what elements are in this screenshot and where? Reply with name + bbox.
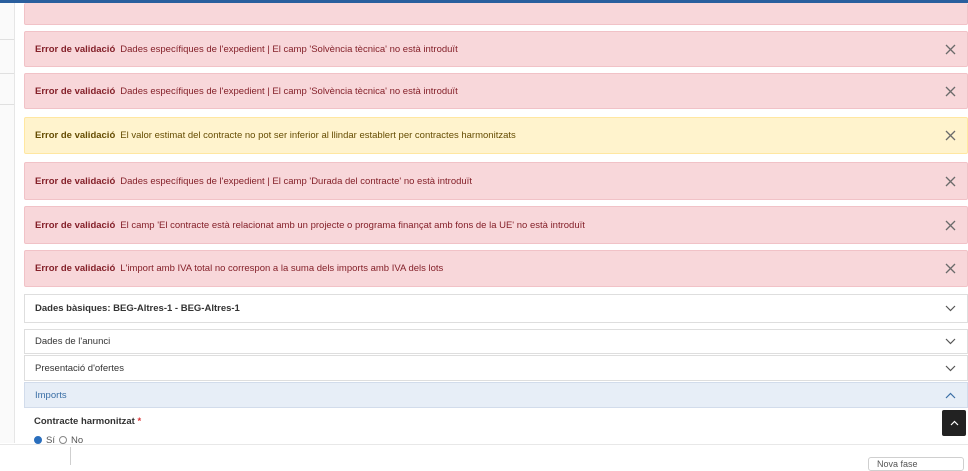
close-icon[interactable] [943, 129, 957, 143]
close-icon[interactable] [943, 262, 957, 276]
close-icon[interactable] [943, 218, 957, 232]
field-label-contracte-harmonitzat: Contracte harmonitzat * [34, 416, 142, 427]
imports-panel: Contracte harmonitzat * Sí No [24, 408, 968, 446]
alert-title: Error de validació [35, 219, 116, 231]
chevron-down-icon [943, 361, 957, 375]
accordion-presentacio-ofertes[interactable]: Presentació d'ofertes [24, 355, 968, 381]
validation-alert: Error de validació L'import amb IVA tota… [24, 250, 968, 287]
left-side-strip [0, 3, 15, 443]
alert-title: Error de validació [35, 175, 116, 187]
radio-si[interactable] [34, 436, 42, 444]
accordion-label: Imports [35, 389, 67, 401]
accordion-dades-anunci[interactable]: Dades de l'anunci [24, 329, 968, 354]
alert-partial [24, 3, 968, 25]
validation-alert: Error de validació Dades específiques de… [24, 31, 968, 67]
alert-title: Error de validació [35, 43, 116, 55]
accordion-dades-basiques[interactable]: Dades bàsiques: BEG-Altres-1 - BEG-Altre… [24, 294, 968, 323]
footer-bar: Nova fase [0, 444, 968, 471]
close-icon[interactable] [943, 42, 957, 56]
chevron-down-icon [943, 302, 957, 316]
close-icon[interactable] [943, 174, 957, 188]
validation-warning-alert: Error de validació El valor estimat del … [24, 117, 968, 154]
accordion-imports[interactable]: Imports [24, 382, 968, 408]
nova-fase-button[interactable]: Nova fase [868, 457, 964, 471]
alert-message: L'import amb IVA total no correspon a la… [120, 263, 444, 274]
accordion-label: Dades de l'anunci [35, 336, 111, 347]
validation-alert: Error de validació Dades específiques de… [24, 162, 968, 200]
accordion-label: Dades bàsiques: BEG-Altres-1 - BEG-Altre… [35, 303, 240, 314]
alert-title: Error de validació [35, 263, 116, 274]
accordion-label: Presentació d'ofertes [35, 362, 124, 374]
chevron-up-icon [950, 420, 958, 426]
alert-message: Dades específiques de l'expedient | El c… [120, 85, 458, 97]
alert-title: Error de validació [35, 85, 116, 97]
alert-title: Error de validació [35, 130, 116, 141]
validation-alert: Error de validació Dades específiques de… [24, 73, 968, 109]
alert-message: El camp 'El contracte està relacionat am… [120, 219, 585, 231]
alert-message: Dades específiques de l'expedient | El c… [120, 43, 458, 55]
close-icon[interactable] [943, 84, 957, 98]
divider [70, 447, 71, 465]
alert-message: El valor estimat del contracte no pot se… [120, 130, 516, 141]
required-mark: * [137, 416, 142, 427]
alert-message: Dades específiques de l'expedient | El c… [120, 175, 472, 187]
chevron-up-icon [943, 388, 957, 402]
radio-no[interactable] [58, 436, 67, 444]
scroll-to-top-button[interactable] [942, 410, 966, 436]
chevron-down-icon [943, 335, 957, 349]
validation-alert: Error de validació El camp 'El contracte… [24, 206, 968, 244]
